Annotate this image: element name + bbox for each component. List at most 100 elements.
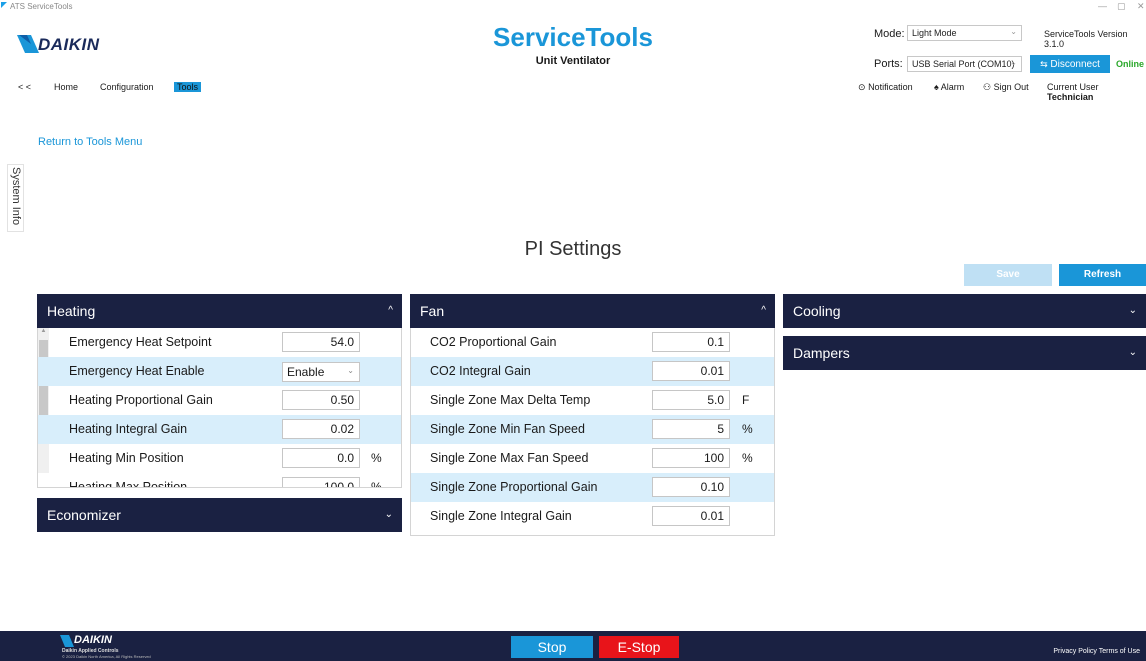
chevron-down-icon: ⌄ bbox=[1010, 27, 1017, 36]
row-label: Single Zone Min Fan Speed bbox=[430, 422, 585, 436]
table-row: CO2 Integral Gain 0.01 bbox=[411, 357, 774, 386]
current-user: Current User Technician bbox=[1047, 82, 1146, 102]
value-input[interactable]: 0.50 bbox=[282, 390, 360, 410]
value-input[interactable]: 100.0 bbox=[282, 477, 360, 487]
value-input[interactable]: 0.0 bbox=[282, 448, 360, 468]
row-label: Heating Integral Gain bbox=[69, 422, 188, 436]
notification-link[interactable]: ⊙ Notification bbox=[858, 82, 913, 93]
row-label: Emergency Heat Setpoint bbox=[69, 335, 212, 349]
table-row: Single Zone Min Fan Speed 5 % bbox=[411, 415, 774, 444]
table-row: Single Zone Proportional Gain 0.10 bbox=[411, 473, 774, 502]
collapse-button[interactable]: < < bbox=[18, 82, 31, 92]
chevron-up-icon: ^ bbox=[388, 305, 393, 316]
value-input[interactable]: 0.01 bbox=[652, 506, 730, 526]
top-navbar: < < Home Configuration Tools bbox=[0, 82, 1146, 96]
unit-label: % bbox=[371, 451, 382, 465]
dampers-panel-header[interactable]: Dampers ⌄ bbox=[783, 336, 1146, 370]
cooling-panel-title: Cooling bbox=[793, 303, 841, 319]
sign-out-link[interactable]: ⚇ Sign Out bbox=[983, 82, 1029, 93]
fan-panel-title: Fan bbox=[420, 303, 445, 319]
terms-of-use-link[interactable]: Terms of Use bbox=[1099, 648, 1140, 655]
mode-select-value: Light Mode bbox=[912, 28, 957, 38]
nav-tools[interactable]: Tools bbox=[174, 82, 202, 92]
mode-label: Mode: bbox=[874, 28, 905, 40]
row-label: CO2 Proportional Gain bbox=[430, 335, 557, 349]
e-stop-button[interactable]: E-Stop bbox=[599, 636, 679, 658]
chevron-down-icon: ⌄ bbox=[347, 366, 354, 375]
ports-select-value: USB Serial Port (COM10) bbox=[912, 59, 1015, 69]
row-label: Single Zone Integral Gain bbox=[430, 509, 572, 523]
table-row: Heating Integral Gain 0.02 bbox=[38, 415, 401, 444]
economizer-panel: Economizer ⌄ bbox=[37, 498, 402, 532]
table-row: Heating Min Position 0.0 % bbox=[38, 444, 401, 473]
mode-select[interactable]: Light Mode ⌄ bbox=[907, 25, 1022, 41]
privacy-policy-link[interactable]: Privacy Policy bbox=[1053, 648, 1097, 655]
value-input[interactable]: 5.0 bbox=[652, 390, 730, 410]
footer-logo-text: DAIKIN bbox=[74, 634, 112, 646]
dampers-panel: Dampers ⌄ bbox=[783, 336, 1146, 370]
refresh-button[interactable]: Refresh bbox=[1059, 264, 1146, 286]
fan-panel: Fan ^ CO2 Proportional Gain 0.1 CO2 Inte… bbox=[410, 294, 775, 536]
value-input[interactable]: 100 bbox=[652, 448, 730, 468]
footer-copyright: © 2023 Daikin North America, All Rights … bbox=[62, 654, 151, 659]
version-label: ServiceTools Version 3.1.0 bbox=[1044, 29, 1128, 49]
row-label: Heating Proportional Gain bbox=[69, 393, 213, 407]
emergency-heat-enable-select[interactable]: Enable ⌄ bbox=[282, 362, 360, 382]
value-input[interactable]: 54.0 bbox=[282, 332, 360, 352]
value-input[interactable]: 0.1 bbox=[652, 332, 730, 352]
save-button[interactable]: Save bbox=[964, 264, 1052, 286]
daikin-logo-text: DAIKIN bbox=[38, 35, 100, 54]
app-subtitle: Unit Ventilator bbox=[535, 55, 611, 67]
fan-panel-header[interactable]: Fan ^ bbox=[410, 294, 775, 328]
row-label: Single Zone Max Fan Speed bbox=[430, 451, 589, 465]
system-info-label: System Info bbox=[10, 167, 22, 226]
value-input[interactable]: 5 bbox=[652, 419, 730, 439]
user-icon: ⚇ bbox=[983, 82, 992, 92]
select-value: Enable bbox=[287, 365, 325, 379]
table-row: Emergency Heat Enable Enable ⌄ bbox=[38, 357, 401, 386]
window-title: ATS ServiceTools bbox=[10, 2, 73, 11]
heating-panel-title: Heating bbox=[47, 303, 96, 319]
heating-panel: Heating ^ ▲ ▼ Emergency Heat Setpoint 54… bbox=[37, 294, 402, 488]
value-input[interactable]: 0.10 bbox=[652, 477, 730, 497]
system-info-tab[interactable]: System Info bbox=[7, 164, 24, 232]
table-row: Heating Proportional Gain 0.50 bbox=[38, 386, 401, 415]
minimize-button[interactable]: — bbox=[1098, 1, 1107, 11]
table-row: Single Zone Max Delta Temp 5.0 F bbox=[411, 386, 774, 415]
row-label: Heating Max Position bbox=[69, 480, 188, 488]
app-icon bbox=[1, 2, 7, 8]
nav-home[interactable]: Home bbox=[54, 82, 78, 92]
table-row: Single Zone Integral Gain 0.01 bbox=[411, 502, 774, 531]
chevron-down-icon: ⌄ bbox=[1128, 305, 1137, 316]
cooling-panel: Cooling ⌄ bbox=[783, 294, 1146, 328]
heating-panel-header[interactable]: Heating ^ bbox=[37, 294, 402, 328]
chevron-up-icon: ^ bbox=[761, 305, 766, 316]
ports-select[interactable]: USB Serial Port (COM10) ⌄ bbox=[907, 56, 1022, 72]
row-label: Single Zone Max Delta Temp bbox=[430, 393, 591, 407]
table-row: Heating Max Position 100.0 % bbox=[38, 473, 401, 488]
chevron-down-icon: ⌄ bbox=[1128, 347, 1137, 358]
footer-daikin-logo: DAIKIN bbox=[60, 634, 130, 648]
restore-button[interactable]: ▢ bbox=[1117, 1, 1126, 12]
bell-icon: ♠ bbox=[934, 82, 939, 92]
cooling-panel-header[interactable]: Cooling ⌄ bbox=[783, 294, 1146, 328]
alarm-link[interactable]: ♠ Alarm bbox=[934, 82, 964, 92]
value-input[interactable]: 0.02 bbox=[282, 419, 360, 439]
connection-status: Online bbox=[1116, 59, 1145, 69]
disconnect-button[interactable]: ⇆ Disconnect bbox=[1030, 55, 1110, 73]
economizer-panel-header[interactable]: Economizer ⌄ bbox=[37, 498, 402, 532]
daikin-logo: DAIKIN bbox=[17, 32, 117, 56]
stop-button[interactable]: Stop bbox=[511, 636, 593, 658]
row-label: Heating Min Position bbox=[69, 451, 184, 465]
row-label: CO2 Integral Gain bbox=[430, 364, 531, 378]
nav-configuration[interactable]: Configuration bbox=[100, 82, 154, 92]
usb-plug-icon: ⇆ bbox=[1040, 59, 1048, 69]
sign-out-label: Sign Out bbox=[993, 82, 1029, 92]
notification-label: Notification bbox=[868, 82, 913, 92]
page-title: PI Settings bbox=[524, 238, 622, 260]
return-to-tools-link[interactable]: Return to Tools Menu bbox=[38, 136, 142, 148]
close-button[interactable]: ✕ bbox=[1137, 1, 1145, 12]
current-user-label: Current User bbox=[1047, 82, 1099, 92]
chevron-down-icon: ⌄ bbox=[384, 509, 393, 520]
value-input[interactable]: 0.01 bbox=[652, 361, 730, 381]
